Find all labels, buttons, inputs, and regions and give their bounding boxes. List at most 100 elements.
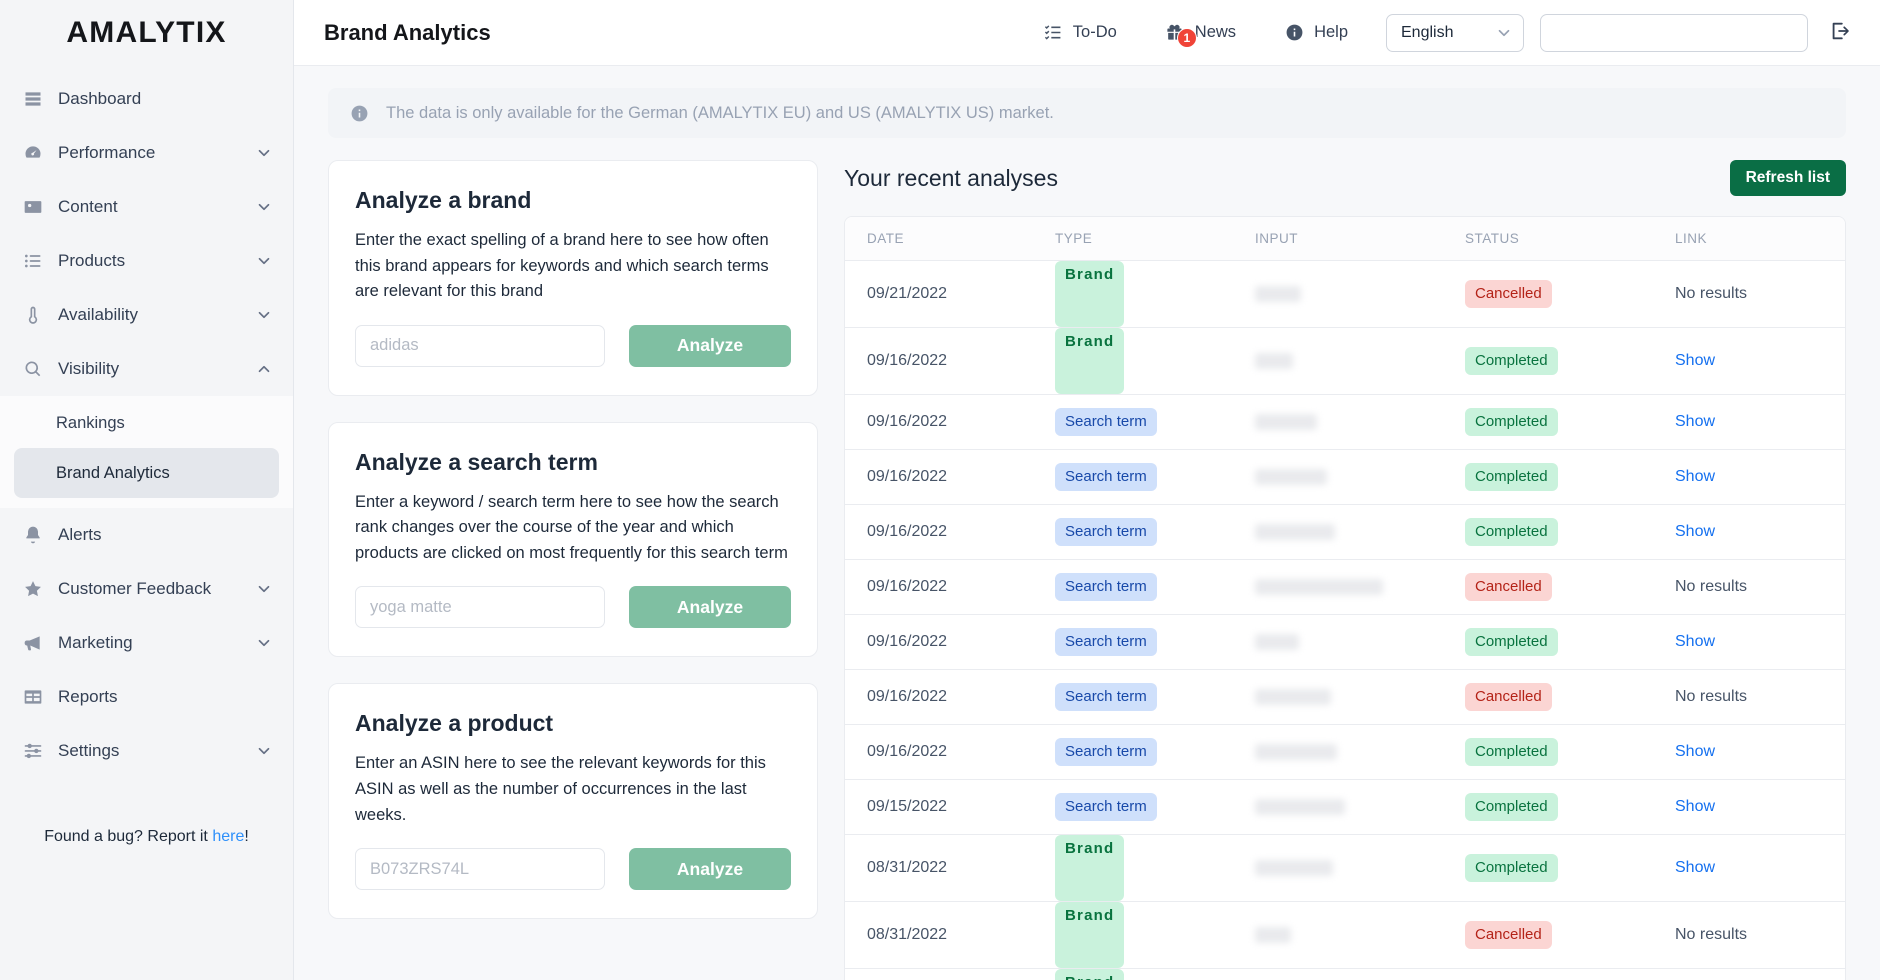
cell-status: Completed xyxy=(1465,450,1675,505)
result-link[interactable]: Show xyxy=(1675,413,1715,430)
result-link[interactable]: Show xyxy=(1675,743,1715,760)
sidebar-item-customer-feedback[interactable]: Customer Feedback xyxy=(0,562,293,616)
top-link-news[interactable]: 1News xyxy=(1141,23,1260,43)
info-banner: The data is only available for the Germa… xyxy=(328,88,1846,138)
sidebar-item-marketing[interactable]: Marketing xyxy=(0,616,293,670)
column-header-status[interactable]: STATUS xyxy=(1465,217,1675,261)
column-header-type[interactable]: TYPE xyxy=(1055,217,1255,261)
result-link[interactable]: Show xyxy=(1675,352,1715,369)
refresh-list-button[interactable]: Refresh list xyxy=(1730,160,1846,196)
card-description: Enter an ASIN here to see the relevant k… xyxy=(355,751,791,828)
sidebar-item-rankings[interactable]: Rankings xyxy=(14,398,279,448)
redacted-input-value xyxy=(1255,286,1301,302)
report-bug-link[interactable]: here xyxy=(212,828,244,845)
cell-date: 09/16/2022 xyxy=(845,615,1055,670)
analyze-a-search-term-analyze-button[interactable]: Analyze xyxy=(629,586,791,628)
cell-link: Show xyxy=(1675,328,1845,395)
cell-date: 09/16/2022 xyxy=(845,670,1055,725)
cell-date: 09/21/2022 xyxy=(845,261,1055,328)
type-badge: Search term xyxy=(1055,793,1157,821)
chevron-down-icon[interactable] xyxy=(255,634,273,652)
chevron-down-icon[interactable] xyxy=(255,252,273,270)
cell-status: Completed xyxy=(1465,780,1675,835)
report-bug-text-after: ! xyxy=(244,828,248,845)
cell-date: 09/16/2022 xyxy=(845,560,1055,615)
cell-link: No results xyxy=(1675,670,1845,725)
status-badge: Cancelled xyxy=(1465,921,1552,949)
cell-status: Completed xyxy=(1465,395,1675,450)
sidebar-item-label: Settings xyxy=(58,741,241,761)
analyze-a-product-analyze-button[interactable]: Analyze xyxy=(629,848,791,890)
result-link[interactable]: Show xyxy=(1675,798,1715,815)
chevron-down-icon[interactable] xyxy=(255,306,273,324)
top-link-label: News xyxy=(1195,23,1236,42)
analyze-a-product-input[interactable] xyxy=(355,848,605,890)
sidebar-item-dashboard[interactable]: Dashboard xyxy=(0,72,293,126)
top-link-help[interactable]: Help xyxy=(1260,23,1372,43)
logout-button[interactable] xyxy=(1818,14,1862,52)
result-link[interactable]: Show xyxy=(1675,523,1715,540)
cell-date: 08/31/2022 xyxy=(845,835,1055,902)
type-badge: Search term xyxy=(1055,738,1157,766)
cell-link: Show xyxy=(1675,780,1845,835)
column-header-date[interactable]: DATE xyxy=(845,217,1055,261)
top-link-label: To-Do xyxy=(1073,23,1117,42)
card-analyze-a-brand: Analyze a brandEnter the exact spelling … xyxy=(328,160,818,396)
card-form-row: Analyze xyxy=(355,325,791,367)
cell-input xyxy=(1255,780,1465,835)
column-header-input[interactable]: INPUT xyxy=(1255,217,1465,261)
chevron-down-icon[interactable] xyxy=(255,580,273,598)
cell-input xyxy=(1255,395,1465,450)
sidebar-item-performance[interactable]: Performance xyxy=(0,126,293,180)
language-select[interactable]: English xyxy=(1386,14,1524,52)
redacted-input-value xyxy=(1255,414,1317,430)
analyze-a-search-term-input[interactable] xyxy=(355,586,605,628)
star-icon xyxy=(22,578,44,600)
sidebar-item-settings[interactable]: Settings xyxy=(0,724,293,778)
table-row: 09/16/2022Search termCompletedShow xyxy=(845,505,1845,560)
result-link[interactable]: Show xyxy=(1675,633,1715,650)
column-header-link[interactable]: LINK xyxy=(1675,217,1845,261)
sidebar-item-label: Content xyxy=(58,197,241,217)
table-row: 09/16/2022Search termCancelledNo results xyxy=(845,670,1845,725)
result-link[interactable]: Show xyxy=(1675,468,1715,485)
list-icon xyxy=(22,250,44,272)
top-link-to-do[interactable]: To-Do xyxy=(1019,23,1141,43)
cell-link: Show xyxy=(1675,725,1845,780)
sidebar-item-products[interactable]: Products xyxy=(0,234,293,288)
recent-analyses-panel: Your recent analyses Refresh list DATE T… xyxy=(844,160,1846,980)
app-logo: AMALYTIX xyxy=(0,0,293,66)
result-link: No results xyxy=(1675,578,1747,595)
sidebar-item-availability[interactable]: Availability xyxy=(0,288,293,342)
chevron-down-icon xyxy=(1495,24,1513,42)
card-description: Enter a keyword / search term here to se… xyxy=(355,490,791,567)
cell-date: 09/16/2022 xyxy=(845,395,1055,450)
analyze-a-brand-input[interactable] xyxy=(355,325,605,367)
chevron-up-icon[interactable] xyxy=(255,360,273,378)
analyze-cards: Analyze a brandEnter the exact spelling … xyxy=(328,160,818,919)
sidebar-item-brand-analytics[interactable]: Brand Analytics xyxy=(14,448,279,498)
sidebar-item-reports[interactable]: Reports xyxy=(0,670,293,724)
sidebar-item-content[interactable]: Content xyxy=(0,180,293,234)
result-link[interactable]: Show xyxy=(1675,859,1715,876)
sidebar-item-alerts[interactable]: Alerts xyxy=(0,508,293,562)
cell-status: Completed xyxy=(1465,835,1675,902)
chevron-down-icon[interactable] xyxy=(255,742,273,760)
analyze-a-brand-analyze-button[interactable]: Analyze xyxy=(629,325,791,367)
chevron-down-icon[interactable] xyxy=(255,198,273,216)
top-link-label: Help xyxy=(1314,23,1348,42)
cell-link: Show xyxy=(1675,395,1845,450)
card-form-row: Analyze xyxy=(355,848,791,890)
global-search-input[interactable] xyxy=(1540,14,1808,52)
sidebar-item-visibility[interactable]: Visibility xyxy=(0,342,293,396)
card-form-row: Analyze xyxy=(355,586,791,628)
page-title: Brand Analytics xyxy=(324,20,491,46)
sidebar-item-label: Visibility xyxy=(58,359,241,379)
cell-date: 09/16/2022 xyxy=(845,505,1055,560)
cell-type: Brand xyxy=(1055,261,1255,328)
sliders-icon xyxy=(22,740,44,762)
chevron-down-icon[interactable] xyxy=(255,144,273,162)
redacted-input-value xyxy=(1255,689,1331,705)
cell-type: Search term xyxy=(1055,670,1255,725)
redacted-input-value xyxy=(1255,860,1333,876)
